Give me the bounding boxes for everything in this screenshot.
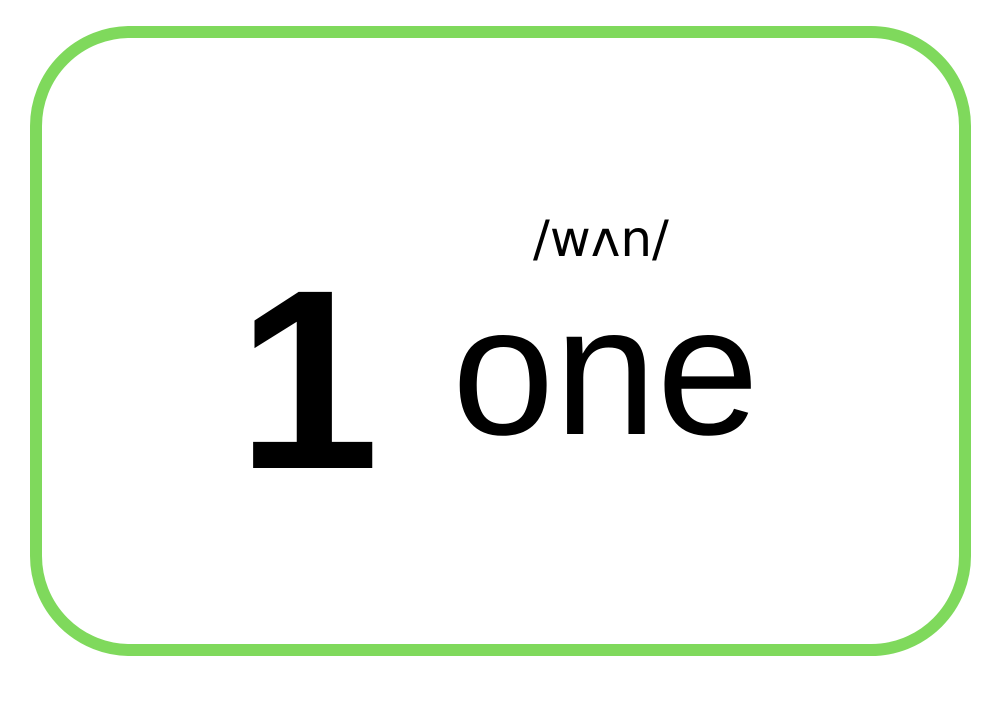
phonetic-transcription: /wʌn/ — [533, 210, 669, 268]
number-numeral: 1 — [237, 237, 380, 523]
number-word: one — [452, 267, 759, 473]
